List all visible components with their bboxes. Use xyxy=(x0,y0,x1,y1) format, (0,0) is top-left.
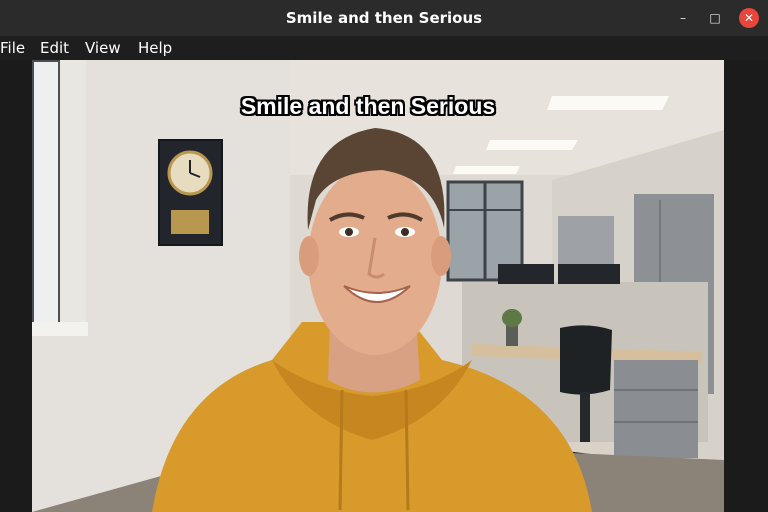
drawstring xyxy=(404,389,410,511)
ceiling-light xyxy=(453,166,520,174)
plant-pot xyxy=(506,324,518,346)
menu-edit[interactable]: Edit xyxy=(40,36,69,60)
menu-file[interactable]: File xyxy=(0,36,25,60)
letterbox-right xyxy=(724,60,768,512)
letterbox-left xyxy=(0,60,32,512)
close-button[interactable]: ✕ xyxy=(739,8,759,28)
office-chair xyxy=(560,325,612,395)
drawstring xyxy=(338,389,344,511)
minimize-button[interactable]: – xyxy=(673,8,693,28)
plant xyxy=(502,309,522,327)
ear xyxy=(431,236,451,276)
desk-drawers xyxy=(614,360,698,458)
video-caption: Smile and then Serious xyxy=(240,93,496,119)
window-sill xyxy=(32,322,88,336)
menu-bar: File Edit View Help xyxy=(0,36,768,60)
face xyxy=(308,165,442,355)
ear xyxy=(299,236,319,276)
app-window: Smile and then Serious – □ ✕ File Edit V… xyxy=(0,0,768,512)
menu-help[interactable]: Help xyxy=(138,36,172,60)
window-title: Smile and then Serious xyxy=(285,9,483,27)
video-frame[interactable]: Smile and then Serious xyxy=(32,60,724,512)
monitor xyxy=(558,264,620,284)
menu-view[interactable]: View xyxy=(85,36,121,60)
video-scene xyxy=(32,60,724,512)
ceiling-light xyxy=(486,140,578,150)
clock-pendulum-window xyxy=(171,210,209,234)
title-bar[interactable]: Smile and then Serious – □ ✕ xyxy=(0,0,768,36)
monitor xyxy=(498,264,554,284)
maximize-button[interactable]: □ xyxy=(705,8,725,28)
